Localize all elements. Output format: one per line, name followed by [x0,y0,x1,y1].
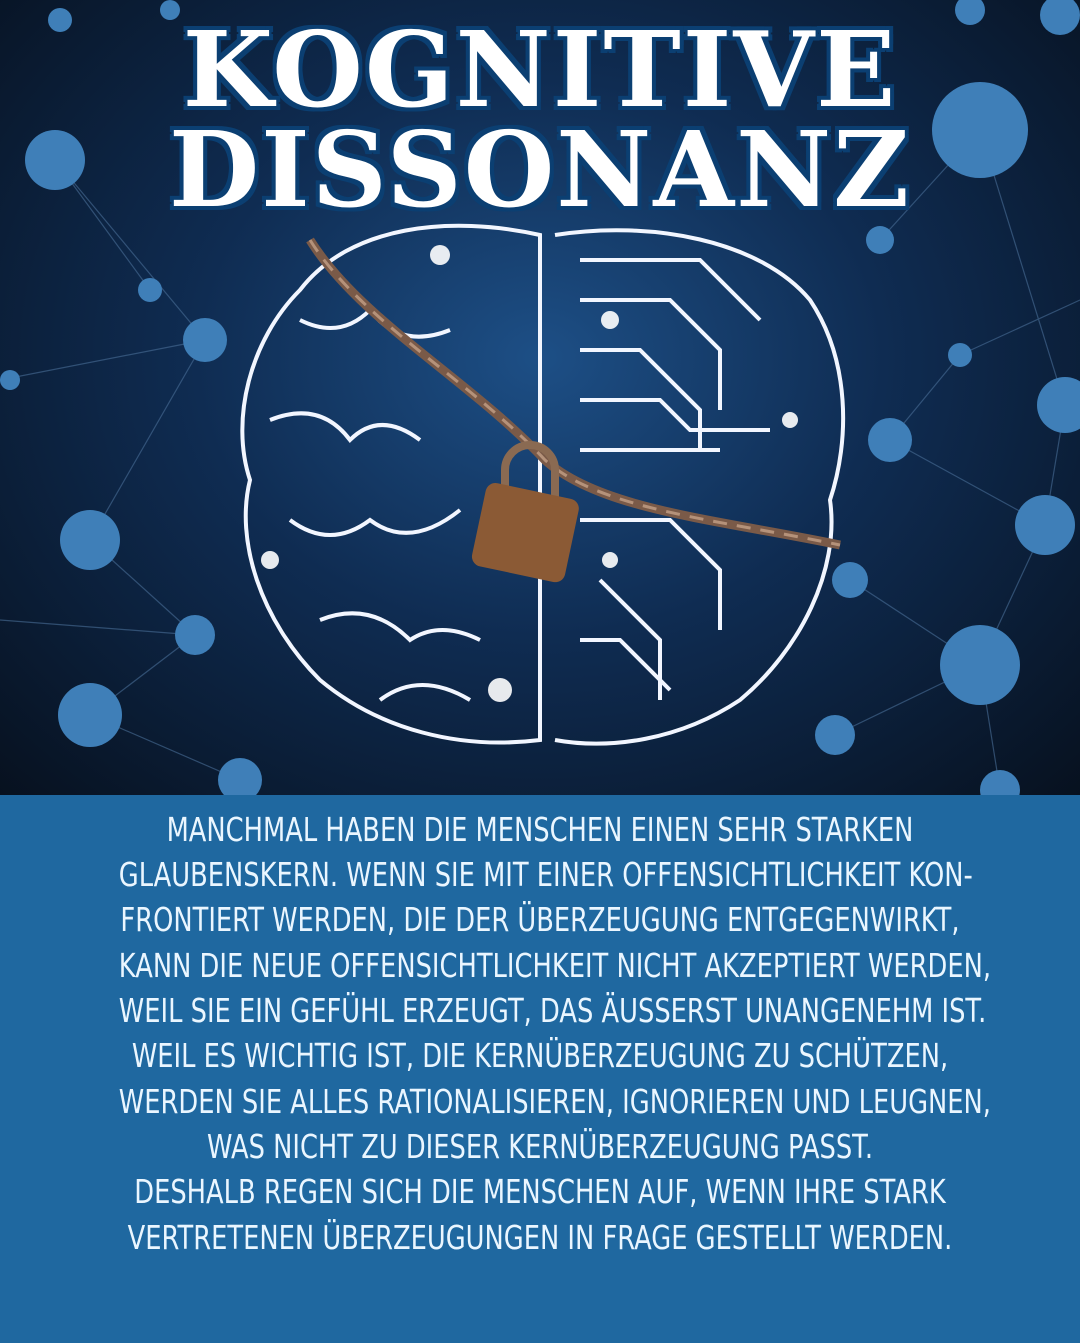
title-line-2: DISSONANZ [166,108,912,231]
padlock-icon [471,441,579,583]
text-line: FRONTIERT WERDEN, DIE DER ÜBERZEUGUNG EN… [120,900,960,939]
hero-illustration: KOGNITIVE DISSONANZ [0,0,1080,795]
text-line: WAS NICHT ZU DIESER KERNÜBERZEUGUNG PASS… [206,1127,874,1166]
text-line: MANCHMAL HABEN DIE MENSCHEN EINEN SEHR S… [166,810,914,849]
text-line: VERTRETENEN ÜBERZEUGUNGEN IN FRAGE GESTE… [127,1218,953,1257]
text-panel: MANCHMAL HABEN DIE MENSCHEN EINEN SEHR S… [0,795,1080,1343]
text-line: WEIL SIE EIN GEFÜHL ERZEUGT, DAS ÄUSSERS… [118,991,987,1030]
text-line: DESHALB REGEN SICH DIE MENSCHEN AUF, WEN… [134,1172,946,1211]
text-line: WEIL ES WICHTIG IST, DIE KERNÜBERZEUGUNG… [131,1036,949,1075]
title-line-1: KOGNITIVE [180,8,898,131]
text-line: WERDEN SIE ALLES RATIONALISIEREN, IGNORI… [118,1082,991,1121]
chain [306,237,841,550]
brain-outline [240,223,846,746]
text-line: GLAUBENSKERN. WENN SIE MIT EINER OFFENSI… [118,855,973,894]
text-line: KANN DIE NEUE OFFENSICHTLICHKEIT NICHT A… [118,946,992,985]
